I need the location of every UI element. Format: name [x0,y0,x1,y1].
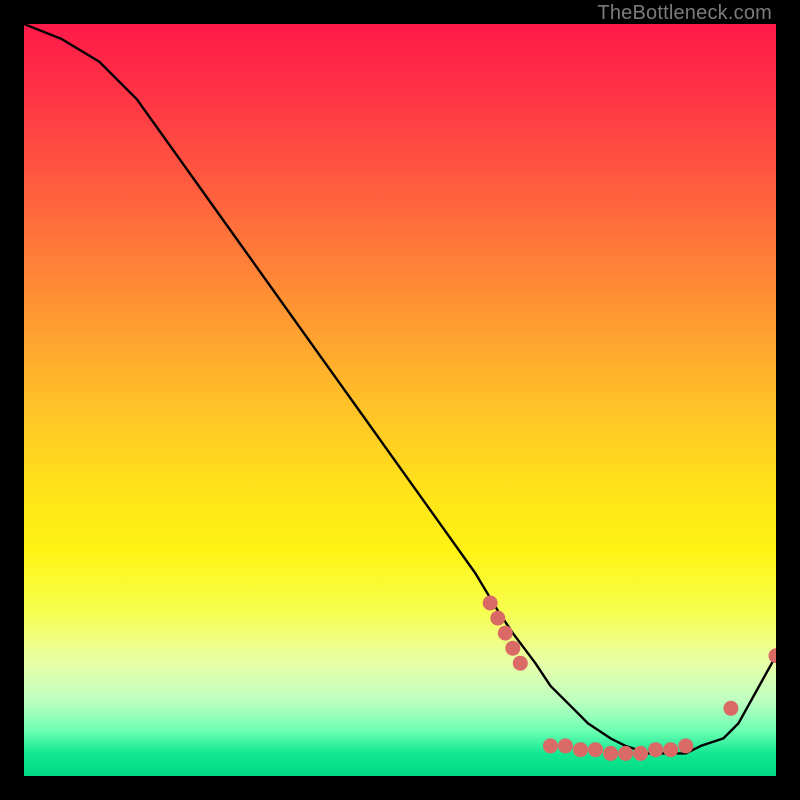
marker-dot [603,746,618,761]
marker-dot [483,596,498,611]
curve-path [24,24,776,753]
marker-dot [633,746,648,761]
plot-area [24,24,776,776]
marker-dot [678,738,693,753]
marker-dot [490,611,505,626]
markers-group [483,596,776,761]
marker-dot [498,626,513,641]
marker-dot [558,738,573,753]
marker-dot [769,648,777,663]
marker-dot [618,746,633,761]
chart-svg [24,24,776,776]
marker-dot [543,738,558,753]
marker-dot [505,641,520,656]
marker-dot [723,701,738,716]
watermark-text: TheBottleneck.com [597,2,772,25]
marker-dot [588,742,603,757]
marker-dot [648,742,663,757]
marker-dot [663,742,678,757]
marker-dot [513,656,528,671]
chart-frame: TheBottleneck.com [0,0,800,800]
marker-dot [573,742,588,757]
